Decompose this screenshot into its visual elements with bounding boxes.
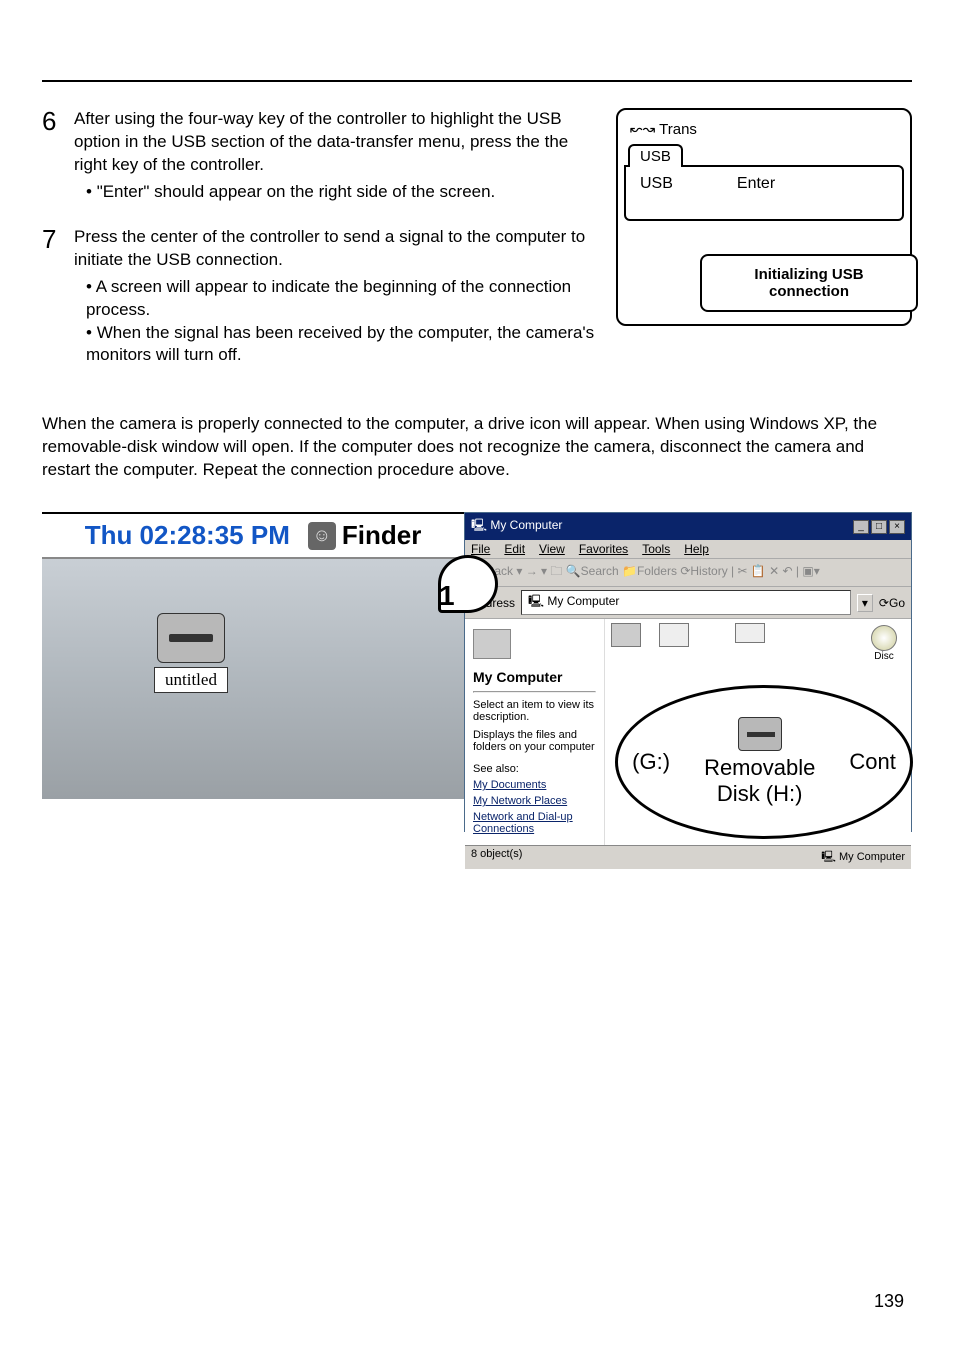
menu-row-value: Enter xyxy=(737,175,775,211)
windows-screenshot: 🖳 My Computer _ □ × File Edit View Favor… xyxy=(464,512,912,832)
init-overlay: Initializing USB connection xyxy=(700,254,918,312)
close-icon: × xyxy=(889,520,905,534)
status-right: 🖳 My Computer xyxy=(821,848,905,867)
tab-row: USB xyxy=(618,142,910,165)
link-my-network-places: My Network Places xyxy=(473,795,596,807)
status-right-text: My Computer xyxy=(839,851,905,863)
see-also-label: See also: xyxy=(473,763,596,775)
status-bar: 8 object(s) 🖳 My Computer xyxy=(465,845,911,869)
disc-label: Disc xyxy=(874,651,893,662)
menu-view: View xyxy=(539,542,565,556)
overlay-line2: connection xyxy=(710,283,908,300)
zoom-circle-1: 1 xyxy=(438,555,498,613)
mac-menubar: Thu 02:28:35 PM ☺ Finder xyxy=(42,514,464,559)
left-pane: My Computer Select an item to view its d… xyxy=(465,619,605,845)
drive-icon-untitled: untitled xyxy=(154,613,228,693)
step-7: 7 Press the center of the controller to … xyxy=(42,226,596,368)
drive-cont: Cont xyxy=(849,749,895,775)
drive-small-icon xyxy=(735,623,765,643)
window-title-text: 🖳 My Computer xyxy=(471,516,562,537)
drive-h-label2: Disk (H:) xyxy=(704,781,815,807)
mac-desktop: untitled 1 xyxy=(42,559,464,799)
menu-edit: Edit xyxy=(504,542,525,556)
page-number: 139 xyxy=(874,1291,904,1312)
drive-small-icon xyxy=(659,623,689,647)
disc-icon: Disc xyxy=(871,625,897,662)
menu-tools: Tools xyxy=(642,542,670,556)
zoom-circle-2: (G:) Removable Disk (H:) Cont xyxy=(615,685,913,839)
menu-bar: File Edit View Favorites Tools Help xyxy=(465,540,911,559)
left-heading: My Computer xyxy=(473,669,596,685)
drive-label: untitled xyxy=(154,667,228,693)
trans-icon: ↜↝ xyxy=(630,120,655,138)
link-network-dialup: Network and Dial-up Connections xyxy=(473,811,596,835)
drive-g-label: (G:) xyxy=(632,749,670,775)
finder-icon: ☺ xyxy=(308,522,336,550)
content-row: 6 After using the four-way key of the co… xyxy=(42,108,912,389)
left-desc2: Displays the files and folders on your c… xyxy=(473,729,596,753)
address-field: 🖳 My Computer xyxy=(521,590,851,615)
window-body: My Computer Select an item to view its d… xyxy=(465,619,911,845)
menu-row-label: USB xyxy=(640,175,673,211)
step-body: After using the four-way key of the cont… xyxy=(74,108,596,204)
address-bar: Address 🖳 My Computer ▾ ⟳Go xyxy=(465,587,911,619)
drive-h: Removable Disk (H:) xyxy=(704,717,815,807)
mac-screenshot: Thu 02:28:35 PM ☺ Finder untitled 1 xyxy=(42,512,464,832)
maximize-icon: □ xyxy=(871,520,887,534)
overlay-line1: Initializing USB xyxy=(710,266,908,283)
go-text: Go xyxy=(889,596,905,610)
menu-help: Help xyxy=(684,542,709,556)
tab-body: USB Enter xyxy=(624,165,904,221)
cont-label: Cont xyxy=(849,749,895,775)
usb-tab: USB xyxy=(628,144,683,167)
go-button: ▾ xyxy=(857,594,873,612)
step-6: 6 After using the four-way key of the co… xyxy=(42,108,596,204)
link-my-documents: My Documents xyxy=(473,779,596,791)
trans-label: Trans xyxy=(659,121,697,138)
steps-column: 6 After using the four-way key of the co… xyxy=(42,108,596,389)
window-titlebar: 🖳 My Computer _ □ × xyxy=(465,513,911,540)
menu-file: File xyxy=(471,542,490,556)
step-text: Press the center of the controller to se… xyxy=(74,227,585,269)
go-label: ⟳Go xyxy=(879,596,905,610)
drive-g: (G:) xyxy=(632,749,670,775)
drive-h-label1: Removable xyxy=(704,755,815,781)
main-paragraph: When the camera is properly connected to… xyxy=(42,413,912,482)
step-bullet: When the signal has been received by the… xyxy=(86,322,596,368)
drive-graphic xyxy=(157,613,225,663)
window-title-label: My Computer xyxy=(490,518,562,532)
drive-small-icon xyxy=(611,623,641,647)
camera-lcd: ↜↝ Trans USB USB Enter Initializing USB … xyxy=(616,108,912,326)
finder-text: Finder xyxy=(342,520,421,551)
step-number: 6 xyxy=(42,108,64,204)
minimize-icon: _ xyxy=(853,520,869,534)
top-rule xyxy=(42,80,912,82)
menu-favorites: Favorites xyxy=(579,542,628,556)
step-body: Press the center of the controller to se… xyxy=(74,226,596,368)
step-text: After using the four-way key of the cont… xyxy=(74,109,568,174)
mac-clock: Thu 02:28:35 PM xyxy=(85,520,290,551)
address-value: My Computer xyxy=(547,594,619,608)
toolbar: ← Back ▾ → ▾ 🗀 🔍Search 📁Folders ⟳History… xyxy=(465,559,911,587)
status-left: 8 object(s) xyxy=(471,848,522,867)
removable-disk-icon xyxy=(738,717,782,751)
figure-area: Thu 02:28:35 PM ☺ Finder untitled 1 🖳 My… xyxy=(42,512,912,832)
lcd-header: ↜↝ Trans xyxy=(618,120,910,142)
zoom-num: 1 xyxy=(439,580,455,612)
step-bullet: A screen will appear to indicate the beg… xyxy=(86,276,596,322)
step-bullet: "Enter" should appear on the right side … xyxy=(86,181,596,204)
left-desc1: Select an item to view its description. xyxy=(473,699,596,723)
step-number: 7 xyxy=(42,226,64,368)
window-controls: _ □ × xyxy=(853,520,905,534)
finder-label: ☺ Finder xyxy=(308,520,421,551)
